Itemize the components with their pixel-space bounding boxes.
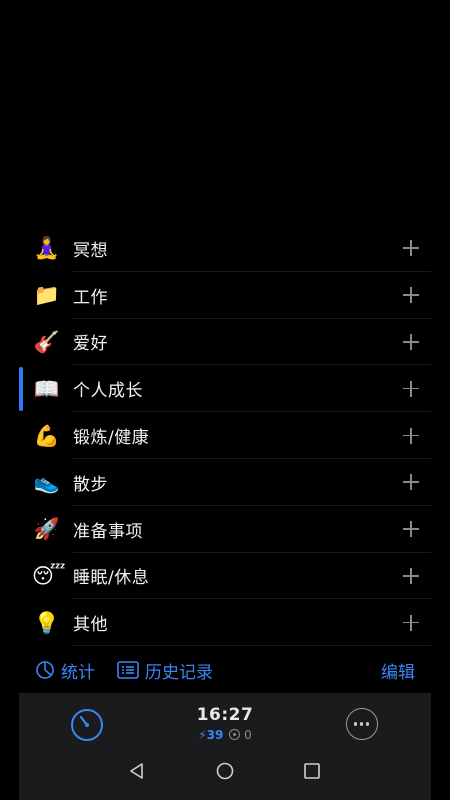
- category-label: 锻炼/健康: [73, 428, 150, 449]
- history-button[interactable]: 历史记录: [117, 658, 213, 683]
- recent-apps-square-icon[interactable]: [302, 761, 322, 781]
- plus-icon[interactable]: [401, 426, 421, 446]
- category-row[interactable]: 📖 个人成长: [19, 365, 431, 413]
- category-label: 准备事项: [73, 521, 143, 542]
- rocket-icon: 🚀: [33, 517, 61, 542]
- category-label: 睡眠/休息: [73, 568, 150, 589]
- plus-icon[interactable]: [401, 613, 421, 633]
- lightning-icon: ⚡: [198, 728, 207, 742]
- energy-count: 39: [206, 728, 224, 742]
- folder-icon: 📁: [33, 283, 61, 308]
- timer-panel: 16:27 ⚡39 0: [19, 693, 431, 800]
- edit-label: 编辑: [381, 662, 415, 683]
- list-icon: [117, 661, 139, 679]
- category-row[interactable]: 💪 锻炼/健康: [19, 412, 431, 459]
- category-row[interactable]: 🚀 准备事项: [19, 506, 431, 553]
- stats-label: 统计: [61, 662, 95, 683]
- selected-indicator: [19, 367, 23, 412]
- dot-icon: [353, 722, 358, 726]
- app-screen: 🧘‍♀️ 冥想 📁 工作 🎸 爱好 📖 个人成长 💪 锻炼/健康 👟 散步 🚀 准备事项 😴 睡眠/休息 💡 其他…: [0, 0, 450, 800]
- category-label: 其他: [73, 615, 108, 636]
- sleeping-face-icon: 😴: [32, 563, 66, 588]
- points-count: 0: [244, 728, 252, 742]
- more-options-button[interactable]: [346, 708, 378, 740]
- category-label: 散步: [73, 474, 108, 495]
- category-row[interactable]: 👟 散步: [19, 459, 431, 506]
- dot-icon: [359, 722, 364, 726]
- home-circle-icon[interactable]: [215, 761, 235, 781]
- book-icon: 📖: [33, 376, 61, 401]
- system-navigation-bar: [19, 753, 431, 800]
- category-label: 个人成长: [73, 381, 143, 402]
- plus-icon[interactable]: [401, 332, 421, 352]
- plus-icon[interactable]: [401, 379, 421, 399]
- light-bulb-icon: 💡: [33, 610, 61, 635]
- category-label: 工作: [73, 287, 108, 308]
- plus-icon[interactable]: [401, 285, 421, 305]
- pie-chart-icon: [36, 661, 54, 679]
- meditation-icon: 🧘‍♀️: [33, 236, 61, 261]
- plus-icon[interactable]: [401, 519, 421, 539]
- category-row[interactable]: 📁 工作: [19, 272, 431, 319]
- coin-icon: [229, 729, 241, 740]
- bottom-toolbar: 统计 历史记录 编辑: [19, 652, 431, 688]
- edit-button[interactable]: 编辑: [381, 658, 415, 683]
- guitar-icon: 🎸: [33, 329, 61, 354]
- plus-icon[interactable]: [401, 472, 421, 492]
- category-label: 爱好: [73, 334, 108, 355]
- back-triangle-icon[interactable]: [127, 761, 147, 781]
- category-row[interactable]: 🧘‍♀️ 冥想: [19, 225, 431, 272]
- category-list: 🧘‍♀️ 冥想 📁 工作 🎸 爱好 📖 个人成长 💪 锻炼/健康 👟 散步 🚀 准备事项 😴 睡眠/休息 💡 其他: [19, 225, 431, 647]
- flexed-biceps-icon: 💪: [33, 423, 61, 448]
- category-row[interactable]: 🎸 爱好: [19, 319, 431, 366]
- category-label: 冥想: [73, 240, 108, 261]
- category-row[interactable]: 😴 睡眠/休息: [19, 553, 431, 600]
- stats-button[interactable]: 统计: [35, 658, 95, 683]
- row-divider: [73, 645, 431, 647]
- plus-icon[interactable]: [401, 238, 421, 258]
- plus-icon[interactable]: [401, 566, 421, 586]
- running-shoe-icon: 👟: [33, 470, 61, 495]
- dot-icon: [365, 722, 370, 726]
- history-label: 历史记录: [145, 662, 213, 683]
- category-row[interactable]: 💡 其他: [19, 599, 431, 647]
